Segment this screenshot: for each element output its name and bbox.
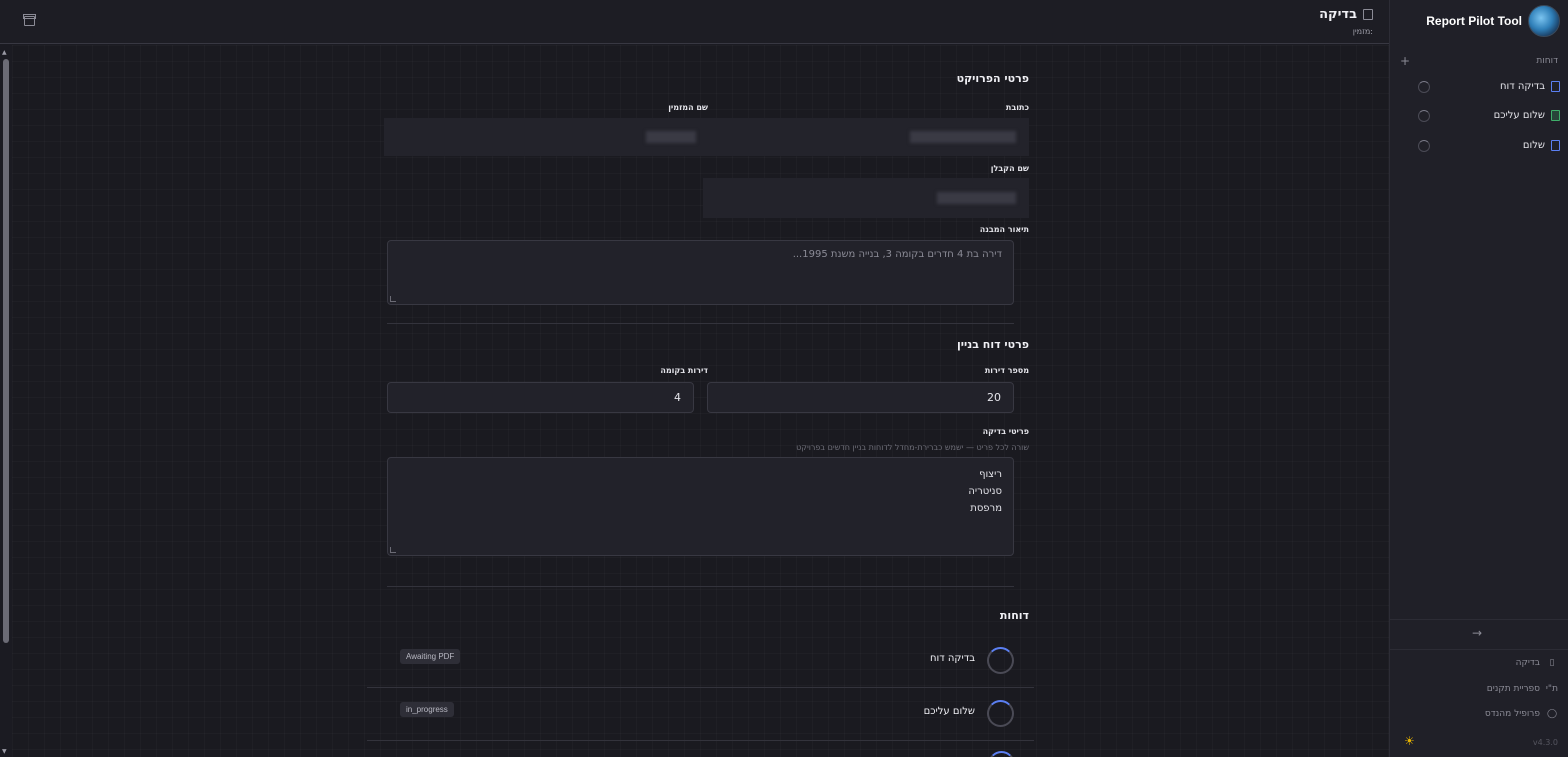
divider xyxy=(387,323,1014,324)
progress-spinner-icon xyxy=(988,751,1015,757)
progress-spinner-icon xyxy=(1418,81,1430,93)
sidebar-item-label: בדיקה דוח xyxy=(1500,80,1545,92)
sidebar-item-report[interactable]: שלום עליכם xyxy=(1418,104,1560,126)
app-name: Report Pilot Tool xyxy=(1426,14,1522,28)
sidebar-item-standards-library[interactable]: ת"י ספריית תקנים xyxy=(1487,681,1558,697)
brand[interactable]: Report Pilot Tool xyxy=(1426,4,1560,38)
status-badge: in_progress xyxy=(400,702,454,717)
library-icon: ת"י xyxy=(1545,684,1558,694)
address-label: כתובת xyxy=(1005,103,1029,112)
sidebar-divider xyxy=(1390,619,1568,620)
page-title: בדיקה xyxy=(1319,7,1357,22)
inspection-items-label: פריטי בדיקה xyxy=(982,427,1029,436)
app-logo-icon xyxy=(1528,5,1560,37)
reports-section-title: דוחות xyxy=(999,609,1029,622)
report-name: בדיקה דוח xyxy=(930,653,975,664)
document-icon xyxy=(1363,9,1373,20)
resize-handle-icon[interactable] xyxy=(390,296,396,302)
user-icon: ◯ xyxy=(1546,709,1558,719)
report-row-partial xyxy=(988,751,1015,757)
building-desc-label: תיאור המבנה xyxy=(979,225,1029,234)
building-desc-textarea[interactable]: דירה בת 4 חדרים בקומה 3, בנייה משנת 1995… xyxy=(387,240,1014,305)
scrollbar[interactable]: ▲ ▼ xyxy=(0,45,12,757)
sidebar: Report Pilot Tool + דוחות בדיקה דוח שלום… xyxy=(1389,0,1568,757)
per-floor-value: 4 xyxy=(674,391,681,404)
building-section-title: פרטי דוח בניין xyxy=(957,338,1029,351)
collapse-sidebar-arrow-icon[interactable]: → xyxy=(1472,626,1482,640)
divider xyxy=(387,586,1014,587)
scroll-up-arrow-icon[interactable]: ▲ xyxy=(2,49,7,56)
progress-spinner-icon xyxy=(1418,110,1430,122)
client-name-field[interactable] xyxy=(646,131,696,143)
client-label: שם המזמין xyxy=(668,103,708,112)
project-section-title: פרטי הפרויקט xyxy=(956,72,1029,85)
sidebar-item-report[interactable]: בדיקה דוח xyxy=(1418,75,1560,97)
apartments-value: 20 xyxy=(987,391,1001,404)
sidebar-item-report[interactable]: שלום xyxy=(1418,134,1560,156)
header-title-wrap: בדיקה xyxy=(1319,7,1373,22)
status-badge: Awaiting PDF xyxy=(400,649,461,664)
scroll-down-arrow-icon[interactable]: ▼ xyxy=(2,748,7,755)
sidebar-item-label: שלום xyxy=(1522,139,1545,151)
theme-toggle-sun-icon[interactable]: ☀ xyxy=(1404,734,1415,748)
page-subtitle: מזמין: xyxy=(1352,27,1373,36)
document-icon xyxy=(1551,139,1560,151)
inspection-item-line: סניטריה xyxy=(968,486,1002,497)
resize-handle-icon[interactable] xyxy=(390,547,396,553)
building-desc-placeholder: דירה בת 4 חדרים בקומה 3, בנייה משנת 1995… xyxy=(792,249,1002,260)
per-floor-input[interactable]: 4 xyxy=(387,382,694,413)
report-name: שלום עליכם xyxy=(923,706,975,717)
inspection-item-line: מרפסת xyxy=(970,503,1002,514)
sidebar-item-inspection[interactable]: ▯ בדיקה xyxy=(1516,655,1558,671)
document-icon xyxy=(1551,80,1560,92)
inspection-items-help: שורה לכל פריט — ישמש כברירת-מחדל לדוחות … xyxy=(796,443,1029,452)
progress-spinner-icon xyxy=(987,647,1014,674)
sidebar-item-label: שלום עליכם xyxy=(1493,109,1545,121)
progress-spinner-icon xyxy=(987,700,1014,727)
main-content: פרטי הפרויקט כתובת שם המזמין שם הקבלן תי… xyxy=(12,45,1389,757)
contractor-label: שם הקבלן xyxy=(990,164,1029,173)
apartments-input[interactable]: 20 xyxy=(707,382,1014,413)
address-field[interactable] xyxy=(910,131,1016,143)
app-version: v4.3.0 xyxy=(1532,738,1558,747)
spreadsheet-icon xyxy=(1551,109,1560,121)
scroll-thumb[interactable] xyxy=(3,59,9,643)
per-floor-label: דירות בקומה xyxy=(660,366,708,375)
inspection-item-line: ריצוף xyxy=(979,469,1002,480)
add-report-button[interactable]: + xyxy=(1400,54,1410,68)
top-header: בדיקה מזמין: xyxy=(0,0,1389,44)
sidebar-bottom-label: בדיקה xyxy=(1515,658,1540,668)
inspection-items-textarea[interactable]: ריצוף סניטריה מרפסת xyxy=(387,457,1014,556)
contractor-name-field[interactable] xyxy=(937,192,1016,204)
progress-spinner-icon xyxy=(1418,140,1430,152)
sidebar-divider xyxy=(1390,649,1568,650)
report-row[interactable]: שלום עליכם in_progress xyxy=(367,688,1034,741)
reports-nav-header: + דוחות xyxy=(1400,54,1558,68)
document-icon: ▯ xyxy=(1549,658,1555,668)
sidebar-bottom-label: ספריית תקנים xyxy=(1486,684,1540,694)
archive-icon[interactable] xyxy=(23,14,36,26)
reports-nav-label: דוחות xyxy=(1536,56,1558,66)
report-row[interactable]: בדיקה דוח Awaiting PDF xyxy=(367,635,1034,688)
apartments-label: מספר דירות xyxy=(984,366,1029,375)
sidebar-item-engineer-profile[interactable]: ◯ פרופיל מהנדס xyxy=(1485,706,1558,722)
sidebar-bottom-label: פרופיל מהנדס xyxy=(1484,709,1540,719)
